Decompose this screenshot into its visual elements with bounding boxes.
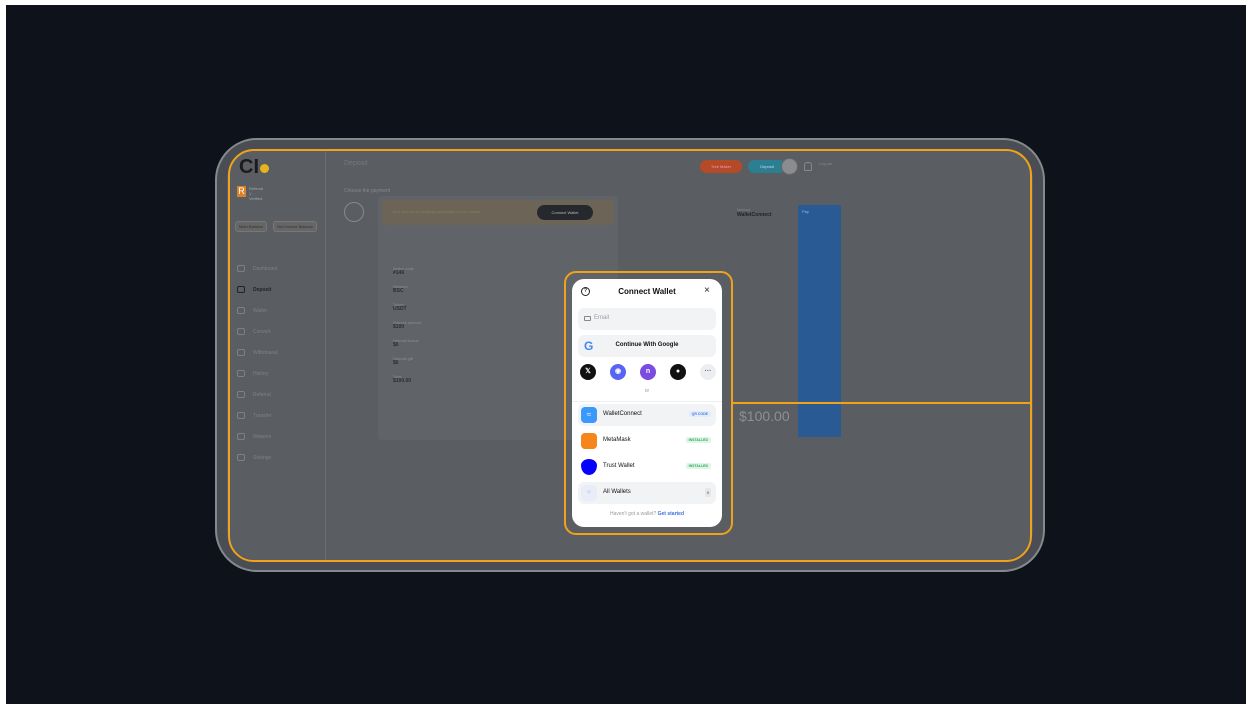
withdrawal-icon: [237, 349, 245, 356]
step-indicator: [344, 202, 364, 222]
wallet-walletconnect[interactable]: ≈ WalletConnect QR CODE: [578, 404, 716, 426]
dashboard-icon: [237, 265, 245, 272]
connect-wallet-modal: ? Connect Wallet × Email G Continue With…: [572, 279, 722, 527]
sidebar-item-convert[interactable]: Convert: [237, 321, 278, 342]
settings-icon: [237, 454, 245, 461]
highlight-connector-line: [733, 402, 1031, 404]
balance-tabs: Main Balance Bot Income Balance: [235, 221, 318, 232]
n-icon[interactable]: n: [640, 364, 656, 380]
logout-link[interactable]: Log out: [819, 161, 832, 166]
sidebar-item-referral[interactable]: Referral: [237, 384, 278, 405]
x-icon[interactable]: 𝕏: [580, 364, 596, 380]
alert-text: Your account is awaiting connection to y…: [392, 209, 481, 214]
logo: CI: [239, 156, 269, 179]
user-info: Referral 1 Verified: [249, 186, 264, 201]
main-balance-button[interactable]: Main Balance: [235, 221, 268, 232]
avatar: R: [237, 186, 246, 197]
deposit-details: Action code #146 Network BSC Token USDT Dep…: [393, 266, 421, 392]
convert-icon: [237, 328, 245, 335]
page-title: Deposit: [344, 160, 368, 167]
network-icon: [237, 433, 245, 440]
wallet-alert: Your account is awaiting connection to y…: [382, 200, 614, 225]
wallet-metamask[interactable]: MetaMask INSTALLED: [578, 430, 716, 452]
detail-value: #146: [393, 270, 405, 276]
sidebar-item-history[interactable]: History: [237, 363, 278, 384]
sidebar-item-wallet[interactable]: Wallet: [237, 300, 278, 321]
deposit-icon: [237, 286, 245, 293]
sidebar-item-transfer[interactable]: Transfer: [237, 405, 278, 426]
detail-value: USDT: [393, 306, 407, 312]
choose-payment-label: Choose the payment: [344, 188, 391, 194]
detail-value: $100: [393, 324, 405, 330]
sidebar-nav: Dashboard Deposit Wallet Convert Withdra…: [237, 258, 278, 468]
wallet-count-badge: 8: [705, 488, 711, 497]
metamask-icon: [581, 433, 597, 449]
sidebar-item-settings[interactable]: Settings: [237, 447, 278, 468]
bell-icon[interactable]: [804, 162, 812, 171]
or-divider: or: [644, 388, 650, 394]
detail-value: $100.00: [393, 378, 412, 384]
profile-avatar[interactable]: [781, 158, 798, 175]
qr-code-badge: QR CODE: [688, 411, 711, 417]
wallet-icon: [237, 307, 245, 314]
connect-wallet-button[interactable]: Connect Wallet: [537, 205, 593, 220]
detail-value: BSC: [393, 288, 404, 294]
social-login-row: 𝕏 ◉ n ● ···: [580, 364, 716, 380]
detail-value: $0: [393, 360, 399, 366]
wallet-all-wallets[interactable]: ⁘ All Wallets 8: [578, 482, 716, 504]
modal-header: ? Connect Wallet ×: [572, 279, 722, 305]
github-icon[interactable]: ●: [670, 364, 686, 380]
bot-income-balance-button[interactable]: Bot Income Balance: [273, 221, 318, 232]
tree-maker-button[interactable]: Tree Maker: [700, 160, 742, 173]
divider: [572, 401, 722, 402]
sidebar-item-withdrawal[interactable]: Withdrawal: [237, 342, 278, 363]
mail-icon: [584, 316, 591, 321]
get-started-link[interactable]: Get started: [658, 511, 684, 517]
method-info: Method WalletConnect: [737, 207, 772, 218]
sidebar: CI R Referral 1 Verified Main Balance Bo…: [227, 150, 326, 560]
installed-badge: INSTALLED: [685, 463, 711, 469]
walletconnect-icon: ≈: [581, 407, 597, 423]
detail-value: $0: [393, 342, 399, 348]
more-options-icon[interactable]: ···: [700, 364, 716, 380]
modal-title: Connect Wallet: [618, 287, 676, 296]
wallet-trust-wallet[interactable]: Trust Wallet INSTALLED: [578, 456, 716, 478]
modal-footer: Haven't got a wallet? Get started: [609, 511, 685, 517]
amount-display: $100.00: [739, 408, 790, 424]
sidebar-item-deposit[interactable]: Deposit: [237, 279, 278, 300]
referral-icon: [237, 391, 245, 398]
email-input[interactable]: Email: [578, 308, 716, 330]
installed-badge: INSTALLED: [685, 437, 711, 443]
logo-dot: [260, 164, 269, 173]
sidebar-item-dashboard[interactable]: Dashboard: [237, 258, 278, 279]
continue-with-google-button[interactable]: G Continue With Google: [578, 335, 716, 357]
trust-wallet-icon: [581, 459, 597, 475]
transfer-icon: [237, 412, 245, 419]
close-icon[interactable]: ×: [704, 285, 710, 296]
grid-icon: ⁘: [581, 485, 597, 501]
discord-icon[interactable]: ◉: [610, 364, 626, 380]
history-icon: [237, 370, 245, 377]
sidebar-item-network[interactable]: Network: [237, 426, 278, 447]
